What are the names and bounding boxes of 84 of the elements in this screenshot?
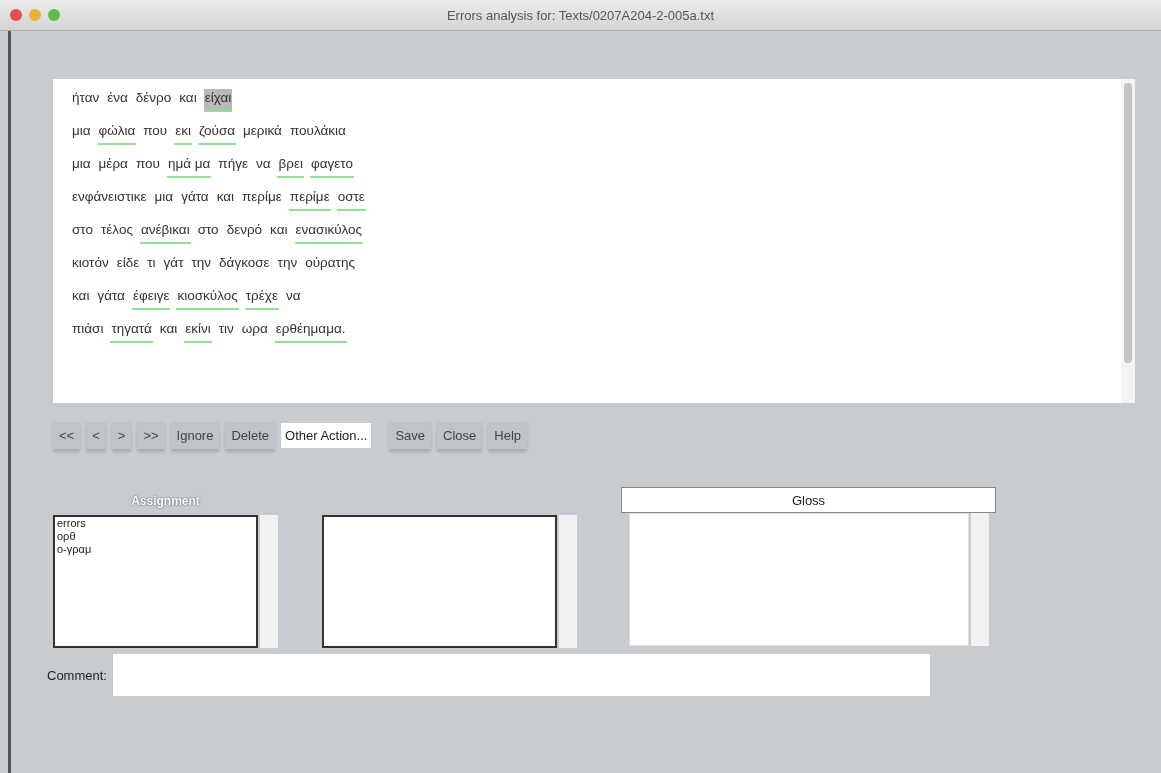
text-word[interactable]: δάγκοσε (218, 254, 271, 277)
text-word[interactable]: γάτ (162, 254, 185, 277)
text-word[interactable]: φαγετο (309, 155, 354, 178)
action-dropdown[interactable]: Other Action... (281, 422, 372, 448)
text-word[interactable]: ενφάνειστικε (71, 188, 148, 211)
text-word[interactable]: τρέχε (244, 287, 279, 310)
zoom-window-icon[interactable] (48, 9, 60, 21)
toolbar-button[interactable]: > (111, 421, 132, 449)
text-word[interactable]: δένρο (134, 89, 173, 112)
text-word[interactable]: ωρα (240, 320, 269, 343)
list-header: Assignment (130, 493, 201, 510)
toolbar-button[interactable]: < (86, 421, 106, 449)
text-word[interactable]: να (284, 287, 302, 310)
text-word[interactable]: μια (153, 188, 175, 211)
scroll-thumb[interactable] (1124, 83, 1132, 363)
text-word[interactable]: τι (146, 254, 157, 277)
toolbar-button[interactable]: >> (137, 421, 165, 449)
text-word[interactable]: και (178, 89, 198, 112)
text-word[interactable]: κιοτόν (71, 254, 110, 277)
list-item[interactable]: ορθ (55, 530, 256, 543)
text-word[interactable]: μια (71, 155, 92, 178)
text-word[interactable]: και (71, 287, 91, 310)
comment-field[interactable] (112, 654, 930, 696)
close-window-icon[interactable] (10, 9, 22, 21)
text-word[interactable]: που (134, 155, 161, 178)
text-word[interactable]: μερικά (242, 122, 283, 145)
text-word[interactable]: πιάσι (71, 320, 105, 343)
text-word[interactable]: την (276, 254, 299, 277)
toolbar-button[interactable]: Delete (225, 421, 275, 449)
text-word[interactable]: κιοσκύλος (176, 287, 239, 310)
text-word[interactable]: εκι (174, 122, 192, 145)
text-word[interactable]: τέλος (100, 221, 134, 244)
text-word[interactable]: είχαι (203, 89, 233, 112)
text-word[interactable]: πουλάκια (288, 122, 347, 145)
text-word[interactable]: είδε (115, 254, 141, 277)
text-word[interactable]: μέρα (97, 155, 129, 178)
window-title: Errors analysis for: Texts/0207A204-2-005a.txt (445, 7, 716, 23)
text-word[interactable]: περίμε (241, 188, 283, 211)
text-word[interactable]: τιν (217, 320, 235, 343)
scrollbar[interactable] (971, 513, 989, 646)
scrollbar[interactable] (260, 515, 278, 648)
text-word[interactable]: πήγε (217, 155, 249, 178)
toolbar-button[interactable]: Close (437, 421, 483, 449)
text-word[interactable]: ενασικύλος (294, 221, 364, 244)
text-word[interactable]: να (254, 155, 272, 178)
text-word[interactable]: και (215, 188, 236, 211)
text-word[interactable]: βρει (277, 155, 304, 178)
comment-label: Comment: (47, 667, 107, 683)
text-word[interactable]: δενρό (225, 221, 264, 244)
assignment-list[interactable]: errors ορθ ο-γραμ (53, 515, 258, 648)
text-word[interactable]: τηγατά (110, 320, 153, 343)
toolbar-button[interactable]: Help (488, 421, 528, 449)
text-word[interactable]: οστε (336, 188, 366, 211)
text-word[interactable]: ημά μα (166, 155, 212, 178)
list-item[interactable]: ο-γραμ (55, 543, 256, 556)
text-word[interactable]: και (269, 221, 289, 244)
text-word[interactable]: ούρατης (304, 254, 356, 277)
list-box[interactable] (322, 515, 557, 648)
gloss-header: Gloss (621, 487, 996, 513)
text-word[interactable]: μια (71, 122, 92, 145)
text-word[interactable]: ερθέημαμα. (274, 320, 347, 343)
scrollbar[interactable] (1121, 79, 1135, 403)
toolbar-button[interactable]: Save (389, 421, 432, 449)
text-word[interactable]: γάτα (96, 287, 126, 310)
text-word[interactable]: ήταν (71, 89, 101, 112)
scrollbar[interactable] (559, 515, 577, 648)
minimize-window-icon[interactable] (29, 9, 41, 21)
text-word[interactable]: ανέβικαι (139, 221, 191, 244)
toolbar-button[interactable]: << (53, 421, 81, 449)
text-word[interactable]: την (190, 254, 213, 277)
text-word[interactable]: εκίνι (184, 320, 212, 343)
text-word[interactable]: και (158, 320, 179, 343)
text-word[interactable]: περίμε (288, 188, 331, 211)
text-word[interactable]: που (142, 122, 169, 145)
text-word[interactable]: γάτα (180, 188, 210, 211)
toolbar-button[interactable]: Ignore (170, 421, 220, 449)
gloss-list[interactable] (629, 513, 969, 646)
list-item[interactable]: errors (55, 517, 256, 530)
text-word[interactable]: ένα (106, 89, 129, 112)
text-word[interactable]: φώλια (97, 122, 137, 145)
text-word[interactable]: έφειγε (131, 287, 171, 310)
text-word[interactable]: ζούσα (198, 122, 237, 145)
text-word[interactable]: στο (71, 221, 94, 244)
text-word[interactable]: στο (196, 221, 220, 244)
